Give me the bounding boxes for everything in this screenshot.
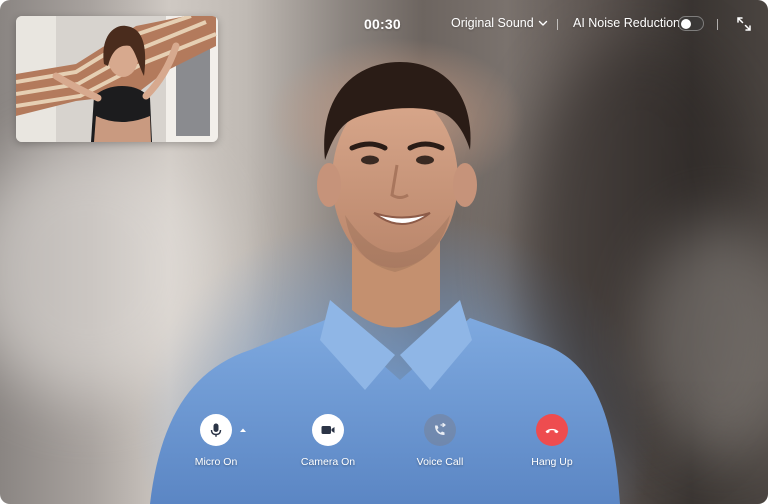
divider: [717, 19, 718, 30]
microphone-label: Micro On: [194, 456, 238, 468]
toggle-knob: [681, 18, 691, 29]
voice-call-button[interactable]: Voice Call: [395, 414, 485, 468]
voice-call-icon: [435, 422, 446, 435]
camera-label: Camera On: [300, 456, 356, 468]
call-controls-bar: Micro On Camera On Voice Call Hang Up: [0, 410, 768, 490]
microphone-button-circle: [200, 414, 232, 446]
sound-mode-label: Original Sound: [451, 16, 534, 30]
video-call-window: 00:30 Original Sound AI Noise Reduction: [0, 0, 768, 504]
self-video-preview[interactable]: [16, 16, 218, 142]
call-timer: 00:30: [364, 16, 401, 32]
voice-call-button-circle: [424, 414, 456, 446]
hang-up-phone-icon: [545, 428, 559, 434]
video-camera-icon: [321, 426, 335, 434]
hang-up-label: Hang Up: [531, 456, 573, 468]
microphone-icon: [210, 423, 222, 437]
local-participant-video: [16, 16, 218, 142]
camera-button-circle: [312, 414, 344, 446]
noise-reduction-toggle[interactable]: [678, 16, 704, 31]
microphone-button[interactable]: Micro On: [171, 414, 261, 468]
fullscreen-icon[interactable]: [737, 17, 751, 31]
caret-up-icon[interactable]: [239, 427, 247, 433]
noise-reduction-label: AI Noise Reduction: [573, 16, 681, 30]
voice-call-label: Voice Call: [416, 456, 464, 468]
hang-up-button-circle: [536, 414, 568, 446]
divider: [557, 19, 558, 30]
chevron-down-icon: [538, 20, 547, 26]
hang-up-button[interactable]: Hang Up: [507, 414, 597, 468]
sound-mode-dropdown[interactable]: Original Sound: [451, 16, 548, 30]
camera-button[interactable]: Camera On: [283, 414, 373, 468]
